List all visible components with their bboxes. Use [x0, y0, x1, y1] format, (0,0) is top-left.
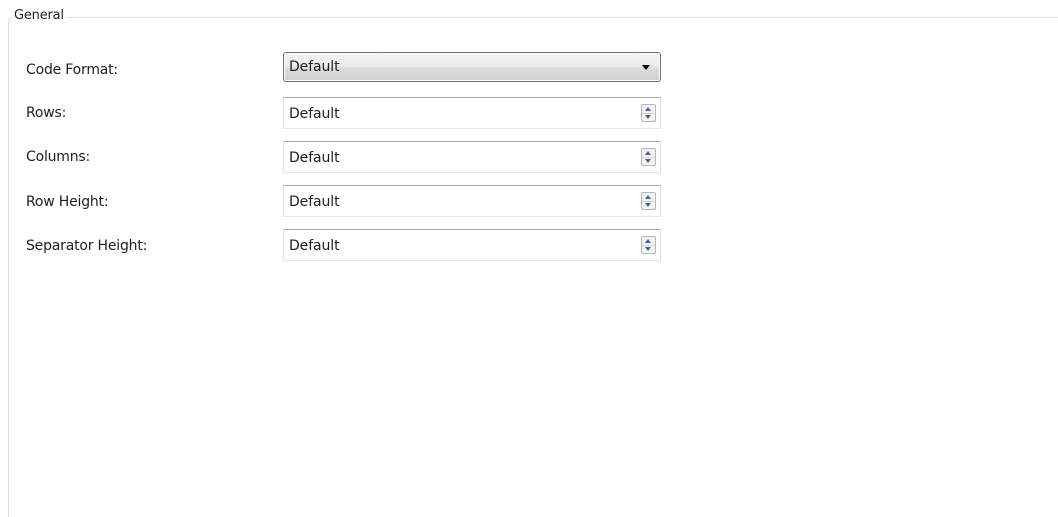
spin-up-icon — [645, 195, 651, 199]
rows-spinner[interactable]: Default — [283, 97, 661, 129]
spin-up-icon — [645, 107, 651, 111]
group-title: General — [12, 7, 67, 25]
separator-height-label: Separator Height: — [26, 238, 148, 254]
spin-down-icon — [645, 247, 651, 251]
separator-height-spinner[interactable]: Default — [283, 229, 661, 261]
columns-spinner[interactable]: Default — [283, 141, 661, 173]
separator-height-value[interactable]: Default — [289, 237, 340, 255]
rows-decrement-button[interactable] — [642, 113, 655, 121]
separator-height-spin-buttons — [641, 236, 656, 254]
columns-decrement-button[interactable] — [642, 157, 655, 165]
row-height-value[interactable]: Default — [289, 193, 340, 211]
general-group-box — [8, 17, 1058, 517]
row-height-decrement-button[interactable] — [642, 201, 655, 209]
spin-up-icon — [645, 239, 651, 243]
spin-up-icon — [645, 151, 651, 155]
row-height-spinner[interactable]: Default — [283, 185, 661, 217]
code-format-value: Default — [289, 59, 340, 75]
spin-down-icon — [645, 115, 651, 119]
columns-label: Columns: — [26, 149, 91, 165]
code-format-label: Code Format: — [26, 62, 118, 78]
separator-height-decrement-button[interactable] — [642, 245, 655, 253]
columns-spin-buttons — [641, 148, 656, 166]
row-height-spin-buttons — [641, 192, 656, 210]
rows-spin-buttons — [641, 104, 656, 122]
columns-value[interactable]: Default — [289, 149, 340, 167]
rows-label: Rows: — [26, 105, 67, 121]
spin-down-icon — [645, 159, 651, 163]
rows-value[interactable]: Default — [289, 105, 340, 123]
spin-down-icon — [645, 203, 651, 207]
code-format-combobox[interactable]: Default — [283, 52, 661, 82]
row-height-label: Row Height: — [26, 194, 109, 210]
chevron-down-icon — [642, 65, 650, 70]
